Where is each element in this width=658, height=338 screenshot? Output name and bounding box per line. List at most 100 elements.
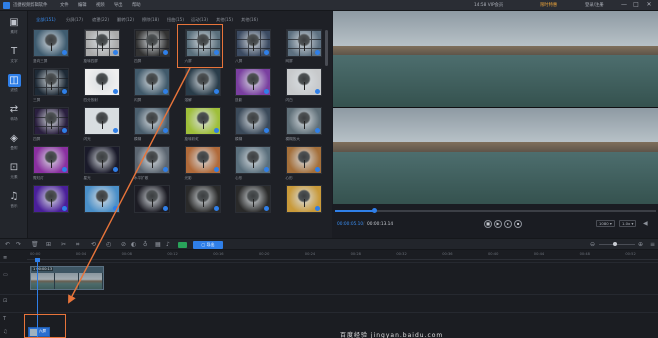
download-icon[interactable] xyxy=(213,89,219,94)
download-icon[interactable] xyxy=(112,50,118,55)
preview-seek-bar[interactable] xyxy=(335,208,656,213)
tab-mask[interactable]: 遮罩(22) xyxy=(92,17,109,23)
transition-thumbnail[interactable]: 模糊放大 xyxy=(285,107,326,142)
download-icon[interactable] xyxy=(314,89,320,94)
menu-help[interactable]: 帮助 xyxy=(132,2,141,8)
download-icon[interactable] xyxy=(112,89,118,94)
split-icon[interactable]: ⊞ xyxy=(46,241,51,248)
crop-icon[interactable]: ⌗ xyxy=(76,241,79,249)
volume-icon[interactable]: ◀ xyxy=(643,220,648,227)
transition-thumbnail[interactable]: 心形 xyxy=(235,146,275,181)
seek-handle[interactable] xyxy=(371,208,377,213)
download-icon[interactable] xyxy=(163,128,168,133)
audio-icon[interactable]: ♪ xyxy=(166,241,170,248)
play-button[interactable]: ▶ xyxy=(494,220,502,228)
tab-flip[interactable]: 翻转(12) xyxy=(117,17,134,23)
menu-export[interactable]: 导出 xyxy=(114,2,123,8)
account-status[interactable]: 14:58 VIP会员 xyxy=(474,2,503,8)
transition-thumbnail[interactable]: 旋转彩虹 xyxy=(184,107,225,142)
video-preview[interactable] xyxy=(333,11,658,204)
transition-thumbnail[interactable]: 竖向三屏 xyxy=(33,29,73,64)
download-icon[interactable] xyxy=(163,50,168,55)
transition-thumbnail[interactable] xyxy=(83,185,124,215)
transition-thumbnail[interactable] xyxy=(184,185,225,215)
fit-icon[interactable]: ≡ xyxy=(650,241,655,248)
download-icon[interactable] xyxy=(213,206,219,211)
download-icon[interactable] xyxy=(314,128,320,133)
transition-thumbnail[interactable]: 闪白 xyxy=(285,68,326,103)
pip-track-icon[interactable]: ⊡ xyxy=(3,298,7,304)
redo-icon[interactable]: ↷ xyxy=(16,241,21,248)
sidebar-item-filter[interactable]: ◫ 滤镜 xyxy=(0,71,28,97)
video-clip[interactable]: 1 00:00:13 xyxy=(30,266,104,290)
video-track-icon[interactable]: ▭ xyxy=(3,272,8,278)
transition-thumbnail[interactable] xyxy=(285,185,326,215)
menu-video[interactable]: 视频 xyxy=(96,2,105,8)
menu-edit[interactable]: 编辑 xyxy=(78,2,87,8)
speed-select[interactable]: 1.0x ▾ xyxy=(619,220,637,227)
maximize-button[interactable]: □ xyxy=(632,1,640,9)
transition-thumbnail[interactable]: 溶解 xyxy=(184,68,225,103)
transition-thumbnail[interactable]: 网屏 xyxy=(285,29,326,64)
transition-thumbnail[interactable]: 模糊 xyxy=(134,107,174,142)
download-icon[interactable] xyxy=(163,206,168,211)
stop-button[interactable]: ■ xyxy=(484,220,492,228)
mosaic-icon[interactable]: ▦ xyxy=(155,241,161,248)
close-button[interactable]: ✕ xyxy=(645,1,653,9)
transition-thumbnail[interactable]: 霓虹灯 xyxy=(33,146,73,181)
tab-all[interactable]: 全部(151) xyxy=(36,17,56,23)
fullscreen-button[interactable]: ▪ xyxy=(514,220,522,228)
download-icon[interactable] xyxy=(112,206,118,211)
download-icon[interactable] xyxy=(264,50,269,55)
transition-thumbnail[interactable]: 闪屏 xyxy=(134,68,174,103)
download-icon[interactable] xyxy=(264,128,269,133)
transition-thumbnail[interactable]: 水平扩散 xyxy=(134,146,174,181)
promo-link[interactable]: 限时特惠 xyxy=(540,2,557,8)
transition-thumbnail[interactable]: 心形 xyxy=(285,146,326,181)
download-icon[interactable] xyxy=(264,206,269,211)
download-icon[interactable] xyxy=(112,128,118,133)
download-icon[interactable] xyxy=(314,167,320,172)
tab-other-2[interactable]: 其他(16) xyxy=(241,17,258,23)
transition-thumbnail[interactable] xyxy=(33,185,73,215)
text-track-icon[interactable]: T xyxy=(3,316,6,322)
tab-distort[interactable]: 扭曲(15) xyxy=(167,17,184,23)
menu-file[interactable]: 文件 xyxy=(60,2,69,8)
minimize-button[interactable]: — xyxy=(620,1,628,9)
download-icon[interactable] xyxy=(62,50,67,55)
transition-thumbnail[interactable]: 三屏 xyxy=(33,68,73,103)
download-icon[interactable] xyxy=(213,128,219,133)
transition-thumbnail[interactable]: 八屏 xyxy=(235,29,275,64)
transition-thumbnail[interactable]: 迭影 xyxy=(235,68,275,103)
sidebar-item-element[interactable]: ⊡ 元素 xyxy=(0,158,28,184)
transition-thumbnail[interactable]: 四屏 xyxy=(33,107,73,142)
download-icon[interactable] xyxy=(62,89,67,94)
sidebar-item-text[interactable]: T 文字 xyxy=(0,42,28,68)
sidebar-item-overlay[interactable]: ◈ 叠附 xyxy=(0,129,28,155)
sidebar-item-music[interactable]: ♫ 音乐 xyxy=(0,187,28,213)
download-icon[interactable] xyxy=(213,167,219,172)
playhead-handle[interactable] xyxy=(35,258,40,262)
undo-icon[interactable]: ↶ xyxy=(5,241,10,248)
transition-thumbnail[interactable] xyxy=(235,185,275,215)
green-screen-icon[interactable] xyxy=(178,242,187,248)
tab-other-1[interactable]: 其他(15) xyxy=(216,17,233,23)
tab-split[interactable]: 分屏(17) xyxy=(66,17,83,23)
export-button[interactable]: ▢ 导出 xyxy=(193,241,223,249)
zoom-in-icon[interactable]: ⊕ xyxy=(638,241,643,248)
rotate-icon[interactable]: ⟲ xyxy=(91,241,96,248)
next-frame-button[interactable]: ▸ xyxy=(504,220,512,228)
zoom-slider[interactable] xyxy=(599,242,635,246)
zoom-out-icon[interactable]: ⊖ xyxy=(590,241,595,248)
download-icon[interactable] xyxy=(62,167,67,172)
download-icon[interactable] xyxy=(314,206,320,211)
download-icon[interactable] xyxy=(264,89,269,94)
color-icon[interactable]: ◐ xyxy=(131,241,136,248)
speed-icon[interactable]: ◴ xyxy=(106,241,111,248)
download-icon[interactable] xyxy=(62,128,67,133)
mic-icon[interactable]: ♁ xyxy=(143,241,147,248)
transition-thumbnail[interactable]: 闪光 xyxy=(83,107,124,142)
download-icon[interactable] xyxy=(264,167,269,172)
tab-motion[interactable]: 运动(13) xyxy=(191,17,208,23)
quality-select[interactable]: 1080 ▾ xyxy=(596,220,615,227)
